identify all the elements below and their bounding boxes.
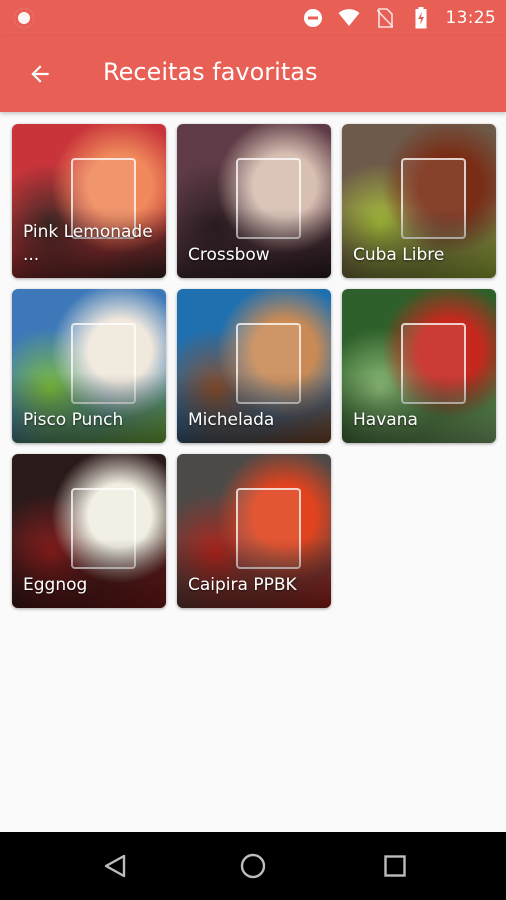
nav-back-button[interactable] xyxy=(95,846,135,886)
recipe-card[interactable]: Havana xyxy=(342,289,496,443)
arrow-back-icon xyxy=(31,65,49,83)
nav-recents-icon xyxy=(384,855,406,877)
status-bar: 13:25 xyxy=(0,0,506,36)
no-sim-icon xyxy=(374,7,396,29)
navigation-bar xyxy=(0,832,506,900)
do-not-disturb-icon xyxy=(302,7,324,29)
label-gradient xyxy=(177,208,331,278)
recipe-name: Crossbow xyxy=(188,245,270,265)
recipe-name: Michelada xyxy=(188,410,275,430)
wifi-icon xyxy=(338,7,360,29)
recipe-name: Pink Lemonade ... xyxy=(23,222,153,265)
recipe-card[interactable]: Cuba Libre xyxy=(342,124,496,278)
recipe-card[interactable]: Pisco Punch xyxy=(12,289,166,443)
recipe-card[interactable]: Pink Lemonade ... xyxy=(12,124,166,278)
label-gradient xyxy=(342,208,496,278)
recipe-name: Eggnog xyxy=(23,575,88,595)
nav-home-button[interactable] xyxy=(233,846,273,886)
app-bar: Receitas favoritas xyxy=(0,36,506,112)
notification-dot-icon xyxy=(14,8,34,28)
recipe-card[interactable]: Caipira PPBK xyxy=(177,454,331,608)
recipe-name: Havana xyxy=(353,410,418,430)
back-button[interactable] xyxy=(22,56,58,92)
nav-home-icon xyxy=(240,853,266,879)
page-title: Receitas favoritas xyxy=(103,58,318,86)
status-time: 13:25 xyxy=(445,8,496,28)
battery-charging-icon xyxy=(410,7,432,29)
label-gradient xyxy=(342,373,496,443)
recipe-card[interactable]: Crossbow xyxy=(177,124,331,278)
recipe-card[interactable]: Michelada xyxy=(177,289,331,443)
nav-recents-button[interactable] xyxy=(375,846,415,886)
recipe-name: Pisco Punch xyxy=(23,410,124,430)
recipe-name: Caipira PPBK xyxy=(188,575,297,595)
label-gradient xyxy=(177,373,331,443)
nav-back-icon xyxy=(104,854,126,878)
status-icons: 13:25 xyxy=(302,0,497,36)
label-gradient xyxy=(177,538,331,608)
label-gradient xyxy=(12,373,166,443)
recipe-name: Cuba Libre xyxy=(353,245,445,265)
label-gradient xyxy=(12,538,166,608)
recipe-card[interactable]: Eggnog xyxy=(12,454,166,608)
